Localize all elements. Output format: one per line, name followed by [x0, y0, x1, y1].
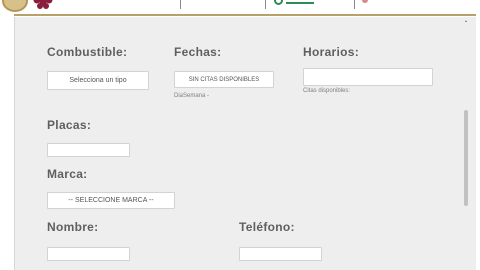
- scrollbar-thumb[interactable]: [464, 110, 468, 206]
- marca-select[interactable]: -- SELECCIONE MARCA --: [47, 192, 175, 209]
- fechas-label: Fechas:: [174, 45, 222, 59]
- marca-select-value: -- SELECCIONE MARCA --: [68, 197, 154, 204]
- scroll-up-arrow-icon[interactable]: [465, 20, 467, 22]
- header-red-icon: [362, 0, 368, 3]
- combustible-label: Combustible:: [47, 45, 128, 59]
- vertical-scrollbar[interactable]: [462, 17, 470, 270]
- horarios-helper-text: Citas disponibles:: [303, 88, 351, 94]
- fechas-select-value: SIN CITAS DISPONIBLES: [188, 76, 260, 83]
- seal-logo-icon: [2, 0, 28, 12]
- header-gold-line: [14, 14, 476, 16]
- nombre-label: Nombre:: [47, 220, 99, 234]
- fechas-select[interactable]: SIN CITAS DISPONIBLES: [174, 71, 274, 88]
- placas-label: Placas:: [47, 118, 92, 132]
- telefono-label: Teléfono:: [239, 220, 295, 234]
- header-green-icon: [274, 0, 283, 5]
- header-divider: [180, 0, 181, 9]
- header-green-line: [286, 2, 314, 4]
- site-header: [0, 0, 480, 16]
- combustible-select[interactable]: Selecciona un tipo: [47, 71, 149, 90]
- combustible-select-value: Selecciona un tipo: [69, 77, 127, 84]
- horarios-select[interactable]: [303, 68, 433, 86]
- nombre-input[interactable]: [47, 247, 130, 261]
- header-divider: [354, 0, 355, 9]
- flower-logo-icon: [33, 0, 53, 9]
- horarios-label: Horarios:: [303, 45, 360, 59]
- appointment-form: Combustible: Selecciona un tipo Fechas: …: [14, 17, 476, 270]
- telefono-input[interactable]: [239, 247, 322, 261]
- fechas-helper-text: DiaSemana -: [174, 93, 210, 99]
- placas-input[interactable]: [47, 143, 130, 157]
- marca-label: Marca:: [47, 167, 88, 181]
- header-divider: [265, 0, 266, 9]
